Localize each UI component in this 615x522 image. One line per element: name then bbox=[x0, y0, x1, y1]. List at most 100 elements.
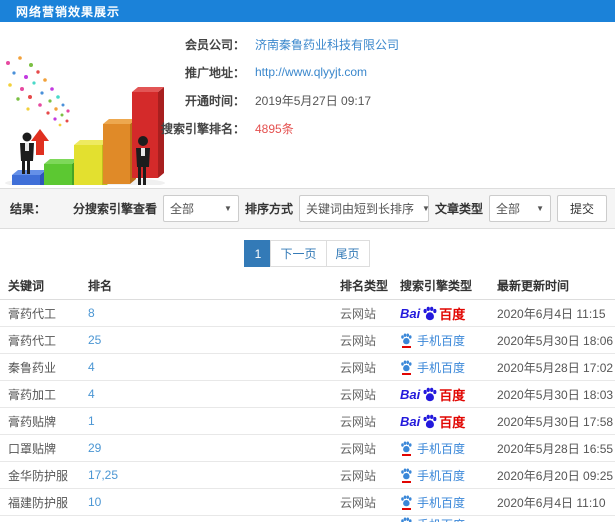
baidu-logo: Bai 百度 bbox=[400, 385, 465, 404]
mobile-baidu-underline bbox=[401, 480, 411, 483]
mobile-baidu-logo: 手机百度 bbox=[400, 494, 465, 511]
baidu-logo-bai: Bai bbox=[400, 305, 421, 321]
mobile-baidu-logo: 手机百度 bbox=[400, 440, 465, 457]
keyword-cell: 福建防护服 bbox=[8, 495, 69, 510]
table-row: 秦鲁药业 4 云网站 手机百度 2020年5月28日 17:02 bbox=[0, 354, 615, 381]
filter-bar: 结果： 分搜索引擎查看 全部 ▼ 排序方式 关键词由短到长排序 ▼ 文章类型 全… bbox=[0, 188, 615, 229]
field-engine-rank-count: 搜索引擎排名： 4895条 bbox=[140, 114, 560, 142]
rank-type-cell: 云网站 bbox=[340, 360, 377, 375]
mobile-baidu-logo: 手机百度 bbox=[400, 516, 465, 522]
rank-type-cell: 云网站 bbox=[340, 387, 377, 402]
time-cell: 2020年5月28日 17:02 bbox=[497, 360, 614, 375]
field-company: 会员公司： 济南秦鲁药业科技有限公司 bbox=[140, 30, 560, 58]
keyword-cell: 膏药代工 bbox=[8, 306, 57, 321]
baidu-logo-cn: 百度 bbox=[439, 387, 466, 403]
rank-link[interactable]: 4 bbox=[88, 387, 95, 401]
time-cell: 2020年5月30日 17:58 bbox=[497, 414, 614, 429]
table-header-row: 关键词 排名 排名类型 搜索引擎类型 最新更新时间 bbox=[0, 272, 615, 300]
rank-link[interactable]: 4 bbox=[88, 360, 95, 374]
result-label: 结果： bbox=[10, 202, 47, 216]
mobile-baidu-label: 手机百度 bbox=[417, 333, 466, 348]
engine-cell: 手机百度 bbox=[400, 332, 497, 349]
window-title-bar: 网络营销效果展示 bbox=[0, 0, 615, 22]
table-row: 膏药代工 25 云网站 手机百度 2020年5月30日 18:06 bbox=[0, 327, 615, 354]
rank-type-cell: 云网站 bbox=[340, 306, 377, 321]
time-cell: 2020年5月30日 18:03 bbox=[497, 387, 614, 402]
mobile-baidu-logo: 手机百度 bbox=[400, 467, 465, 484]
keyword-cell: 口罩贴牌 bbox=[8, 441, 57, 456]
page-title: 网络营销效果展示 bbox=[16, 4, 121, 19]
baidu-paw-icon bbox=[423, 414, 437, 428]
next-page-button[interactable]: 下一页 bbox=[270, 240, 327, 267]
table-row: 福建防护服 10 云网站 手机百度 2020年6月4日 11:10 bbox=[0, 489, 615, 516]
rank-link[interactable]: 10 bbox=[88, 495, 101, 509]
time-cell: 2020年6月20日 09:25 bbox=[497, 468, 614, 483]
baidu-paw-icon bbox=[401, 333, 412, 344]
engine-cell: Bai 百度 bbox=[400, 412, 497, 431]
field-promo-url: 推广地址： http://www.qlyyjt.com bbox=[140, 58, 560, 86]
mobile-baidu-logo: 手机百度 bbox=[400, 359, 465, 376]
baidu-logo-cn: 百度 bbox=[439, 414, 466, 430]
engine-cell: 手机百度 bbox=[400, 494, 497, 511]
engine-rank-label: 搜索引擎排名： bbox=[160, 121, 245, 136]
baidu-logo-bai: Bai bbox=[400, 386, 421, 402]
rank-link[interactable]: 25 bbox=[88, 333, 101, 347]
keyword-cell: 膏药代工 bbox=[8, 333, 57, 348]
chevron-down-icon: ▼ bbox=[224, 204, 232, 213]
table-row: 膏药贴牌 1 云网站 Bai 百度 2020年5月30日 17:58 bbox=[0, 408, 615, 435]
mobile-baidu-underline bbox=[401, 453, 411, 456]
mobile-baidu-label: 手机百度 bbox=[417, 468, 466, 483]
engine-select-value: 全部 bbox=[169, 202, 194, 216]
engine-select[interactable]: 全部 ▼ bbox=[162, 195, 239, 222]
keyword-cell: 秦鲁药业 bbox=[8, 360, 57, 375]
keyword-cell: 金华防护服 bbox=[8, 468, 69, 483]
sort-select[interactable]: 关键词由短到长排序 ▼ bbox=[298, 195, 430, 222]
confetti-dots bbox=[6, 56, 70, 127]
sort-select-value: 关键词由短到长排序 bbox=[305, 202, 414, 216]
profile-section: 会员公司： 济南秦鲁药业科技有限公司 推广地址： http://www.qlyy… bbox=[0, 22, 615, 185]
engine-cell: Bai 百度 bbox=[400, 304, 497, 323]
page-1-button[interactable]: 1 bbox=[244, 240, 272, 267]
table-row: 膏药代工 8 云网站 Bai 百度 2020年6月4日 11:15 bbox=[0, 300, 615, 327]
field-open-time: 开通时间： 2019年5月27日 09:17 bbox=[140, 86, 560, 114]
rank-link[interactable]: 29 bbox=[88, 441, 101, 455]
mobile-baidu-logo: 手机百度 bbox=[400, 332, 465, 349]
keyword-cell: 膏药加工 bbox=[8, 387, 57, 402]
mobile-baidu-label: 手机百度 bbox=[417, 495, 466, 510]
last-page-button[interactable]: 尾页 bbox=[325, 240, 370, 267]
rank-type-cell: 云网站 bbox=[340, 468, 377, 483]
baidu-paw-icon bbox=[401, 441, 412, 452]
promo-url-label: 推广地址： bbox=[184, 65, 245, 80]
open-time-value: 2019年5月27日 09:17 bbox=[255, 93, 372, 108]
mobile-baidu-icon bbox=[400, 495, 412, 510]
rank-link[interactable]: 8 bbox=[88, 306, 95, 320]
baidu-paw-icon bbox=[423, 387, 437, 401]
mobile-baidu-label: 手机百度 bbox=[417, 441, 466, 456]
col-header-rank: 排名 bbox=[88, 279, 113, 293]
mobile-baidu-underline bbox=[401, 372, 411, 375]
sort-filter-label: 排序方式 bbox=[244, 202, 293, 216]
submit-button[interactable]: 提交 bbox=[556, 195, 607, 222]
baidu-logo-bai: Bai bbox=[400, 413, 421, 429]
engine-cell: 手机百度 bbox=[400, 516, 497, 522]
engine-cell: 手机百度 bbox=[400, 359, 497, 376]
table-row: 膏药加工 4 云网站 Bai 百度 2020年5月30日 18:03 bbox=[0, 381, 615, 408]
article-type-select[interactable]: 全部 ▼ bbox=[488, 195, 551, 222]
company-value-link[interactable]: 济南秦鲁药业科技有限公司 bbox=[255, 36, 399, 53]
promo-url-link[interactable]: http://www.qlyyjt.com bbox=[255, 65, 367, 79]
time-cell: 2020年5月28日 16:55 bbox=[497, 441, 614, 456]
baidu-logo: Bai 百度 bbox=[400, 304, 465, 323]
article-type-label: 文章类型 bbox=[434, 202, 483, 216]
col-header-engine-type: 搜索引擎类型 bbox=[400, 279, 473, 293]
baidu-paw-icon bbox=[423, 306, 437, 320]
engine-filter-label: 分搜索引擎查看 bbox=[72, 202, 157, 216]
rank-link[interactable]: 1 bbox=[88, 414, 95, 428]
engine-cell: 手机百度 bbox=[400, 467, 497, 484]
engine-cell: 手机百度 bbox=[400, 440, 497, 457]
mobile-baidu-icon bbox=[400, 360, 412, 375]
col-header-rank-type: 排名类型 bbox=[340, 279, 389, 293]
baidu-logo: Bai 百度 bbox=[400, 412, 465, 431]
engine-rank-count: 4895条 bbox=[255, 121, 294, 136]
rank-link[interactable]: 17,25 bbox=[88, 468, 118, 482]
mobile-baidu-icon bbox=[400, 468, 412, 483]
